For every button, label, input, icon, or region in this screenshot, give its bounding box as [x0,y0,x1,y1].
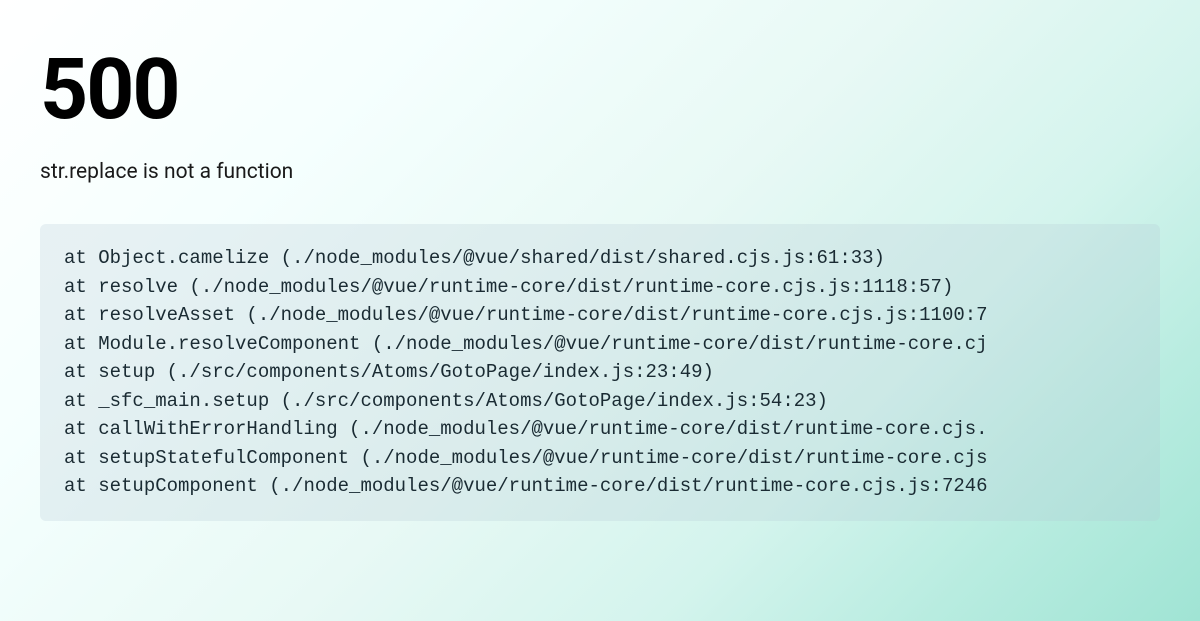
error-code: 500 [40,48,1160,132]
stack-trace: at Object.camelize (./node_modules/@vue/… [40,224,1160,521]
error-message: str.replace is not a function [40,160,1160,184]
error-page-container: 500 str.replace is not a function at Obj… [0,0,1200,521]
